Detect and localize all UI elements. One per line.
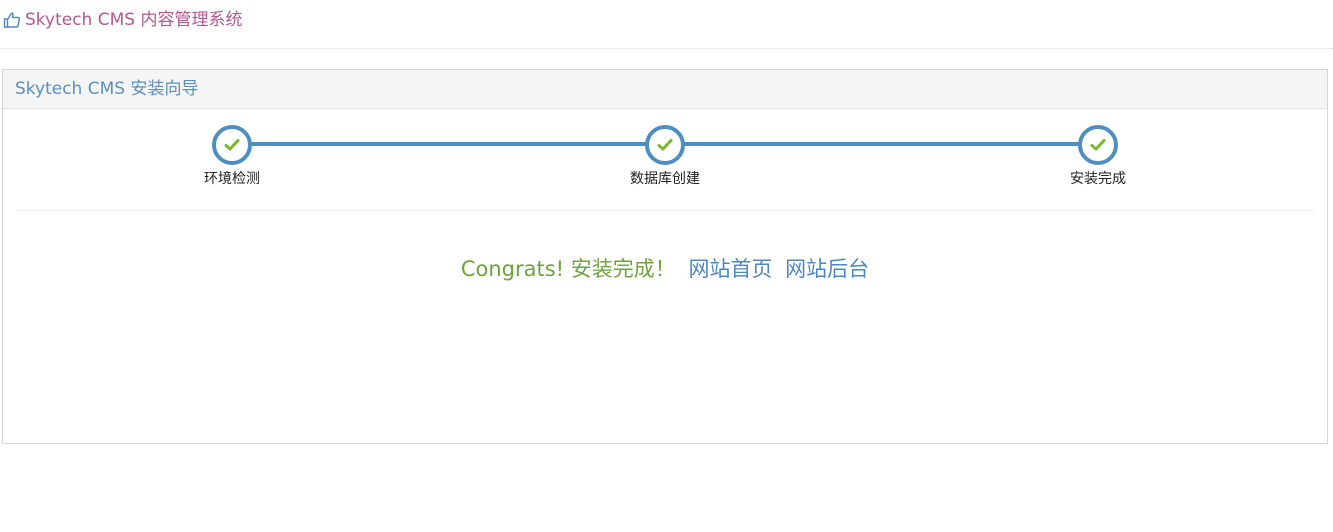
install-wizard-panel: Skytech CMS 安装向导 环境检测 数据库创建 安装完成 Congrat… xyxy=(2,69,1328,444)
divider xyxy=(16,210,1314,211)
check-icon xyxy=(224,139,240,151)
site-title: Skytech CMS 内容管理系统 xyxy=(25,10,243,30)
page-header: Skytech CMS 内容管理系统 xyxy=(0,0,1333,49)
congrats-text: Congrats! 安装完成！ xyxy=(460,257,676,281)
site-home-link[interactable]: 网站首页 xyxy=(688,257,772,281)
panel-title: Skytech CMS 安装向导 xyxy=(15,79,199,99)
site-admin-link[interactable]: 网站后台 xyxy=(785,257,869,281)
step-environment-check: 环境检测 xyxy=(172,125,292,188)
step-database-create: 数据库创建 xyxy=(605,125,725,188)
step-label: 数据库创建 xyxy=(630,171,700,187)
panel-heading: Skytech CMS 安装向导 xyxy=(3,70,1327,109)
step-circle xyxy=(212,125,252,165)
wizard-steps: 环境检测 数据库创建 安装完成 xyxy=(3,109,1327,211)
step-install-complete: 安装完成 xyxy=(1038,125,1158,188)
completion-message: Congrats! 安装完成！ 网站首页 网站后台 xyxy=(3,255,1327,283)
step-label: 安装完成 xyxy=(1070,171,1126,187)
step-label: 环境检测 xyxy=(204,171,260,187)
step-circle xyxy=(1078,125,1118,165)
thumbs-up-icon xyxy=(3,11,21,29)
step-circle xyxy=(645,125,685,165)
header-brand: Skytech CMS 内容管理系统 xyxy=(3,9,242,31)
check-icon xyxy=(657,139,673,151)
check-icon xyxy=(1090,139,1106,151)
